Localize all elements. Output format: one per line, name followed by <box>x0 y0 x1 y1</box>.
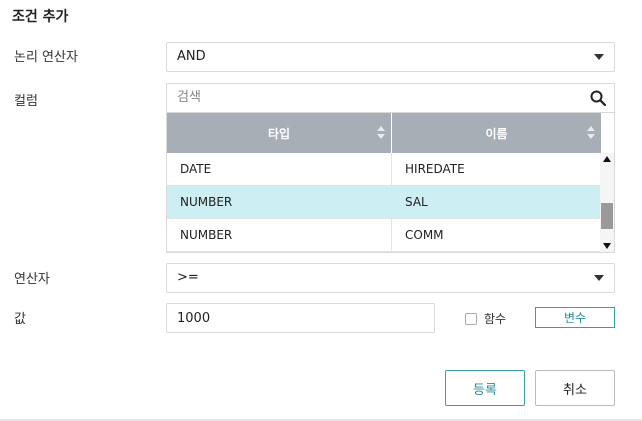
search-icon[interactable] <box>590 90 606 106</box>
column-grid: 타입 이름 DATE HIREDATE NUMBER SAL NUMBER CO… <box>166 112 615 253</box>
table-row[interactable]: NUMBER COMM <box>167 219 601 252</box>
header-name-label: 이름 <box>485 126 508 141</box>
cell-type: NUMBER <box>167 186 392 218</box>
grid-body: DATE HIREDATE NUMBER SAL NUMBER COMM <box>167 153 601 252</box>
header-name[interactable]: 이름 <box>392 113 601 153</box>
scroll-down-icon[interactable] <box>603 243 611 249</box>
column-label: 컬럼 <box>14 94 38 109</box>
grid-header: 타입 이름 <box>167 113 601 153</box>
table-row[interactable]: DATE HIREDATE <box>167 153 601 186</box>
operator-value: >= <box>177 270 199 285</box>
operator-select[interactable]: >= <box>166 263 615 293</box>
chevron-down-icon <box>594 54 604 60</box>
function-checkbox-label: 함수 <box>484 312 507 326</box>
function-checkbox[interactable] <box>465 312 477 325</box>
grid-scrollbar[interactable] <box>600 153 614 252</box>
dialog-title: 조건 추가 <box>12 9 69 25</box>
column-search <box>166 83 615 112</box>
value-label: 값 <box>14 312 26 327</box>
cell-name: SAL <box>405 195 428 209</box>
variable-button[interactable]: 변수 <box>535 307 615 328</box>
cell-name: HIREDATE <box>405 162 465 176</box>
chevron-down-icon <box>594 275 604 281</box>
cell-type: DATE <box>167 153 392 185</box>
column-search-input[interactable] <box>167 84 567 111</box>
sort-icon <box>377 126 385 140</box>
header-type[interactable]: 타입 <box>167 113 392 153</box>
scroll-thumb[interactable] <box>601 203 613 229</box>
table-row-selected[interactable]: NUMBER SAL <box>167 186 601 219</box>
sort-icon <box>587 126 595 140</box>
logical-operator-select[interactable]: AND <box>166 42 615 72</box>
scroll-up-icon[interactable] <box>603 156 611 162</box>
cell-name: COMM <box>405 228 444 242</box>
register-button[interactable]: 등록 <box>445 370 525 406</box>
operator-label: 연산자 <box>14 272 50 287</box>
cell-type: NUMBER <box>167 219 392 251</box>
header-type-label: 타입 <box>267 126 291 141</box>
logical-operator-label: 논리 연산자 <box>14 50 78 65</box>
value-input[interactable] <box>166 303 435 333</box>
logical-operator-value: AND <box>177 49 206 64</box>
function-checkbox-wrap[interactable]: 함수 <box>465 310 506 327</box>
cancel-button[interactable]: 취소 <box>535 370 615 406</box>
